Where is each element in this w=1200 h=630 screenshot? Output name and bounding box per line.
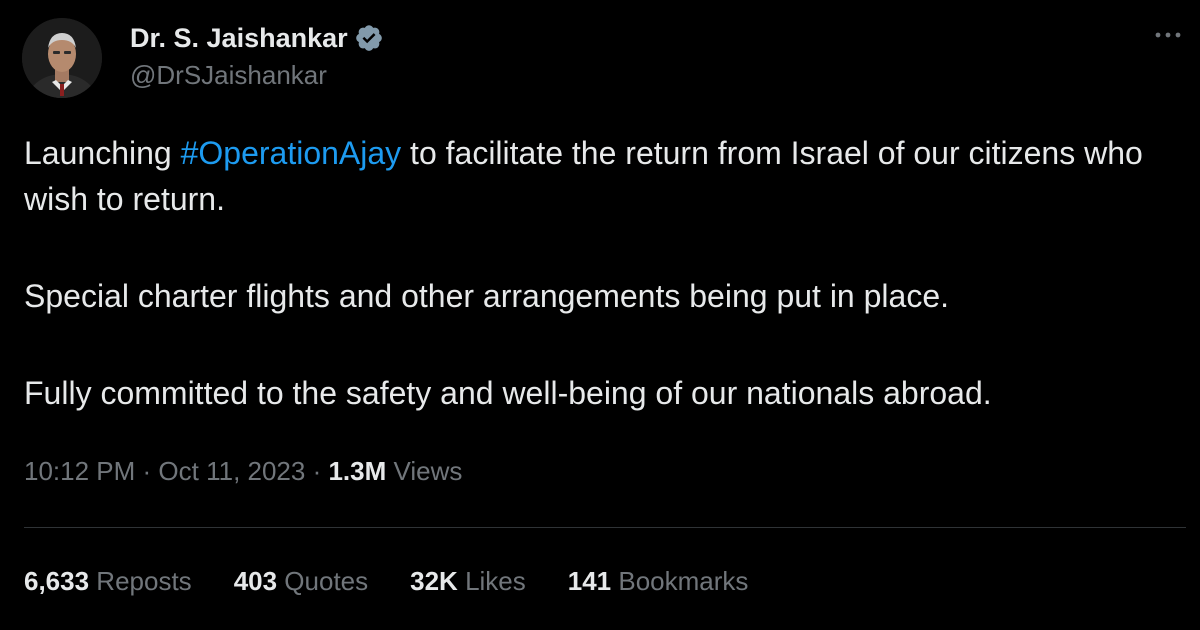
tweet-paragraph-1: Launching #OperationAjay to facilitate t… xyxy=(24,130,1174,222)
divider xyxy=(24,527,1186,528)
tweet-text-segment: Launching xyxy=(24,135,181,171)
tweet-time[interactable]: 10:12 PM xyxy=(24,456,135,486)
tweet-paragraph-3: Fully committed to the safety and well-b… xyxy=(24,375,992,411)
avatar-image xyxy=(22,18,102,98)
author-name-row: Dr. S. Jaishankar xyxy=(130,20,384,56)
meta-separator: · xyxy=(305,456,329,486)
tweet-meta: 10:12 PM · Oct 11, 2023 · 1.3M Views xyxy=(24,456,462,487)
reposts-label: Reposts xyxy=(89,566,192,596)
likes-stat[interactable]: 32K Likes xyxy=(410,566,526,597)
views-count: 1.3M xyxy=(328,456,387,486)
meta-separator: · xyxy=(135,456,159,486)
tweet-text: Launching #OperationAjay to facilitate t… xyxy=(24,130,1174,416)
author-handle[interactable]: @DrSJaishankar xyxy=(130,60,327,91)
bookmarks-stat[interactable]: 141 Bookmarks xyxy=(568,566,749,597)
quotes-stat[interactable]: 403 Quotes xyxy=(234,566,368,597)
author-display-name[interactable]: Dr. S. Jaishankar xyxy=(130,23,348,54)
likes-label: Likes xyxy=(457,566,526,596)
reposts-stat[interactable]: 6,633 Reposts xyxy=(24,566,192,597)
avatar[interactable] xyxy=(22,18,102,98)
likes-count: 32K xyxy=(410,566,458,596)
bookmarks-count: 141 xyxy=(567,566,612,596)
quotes-label: Quotes xyxy=(277,566,369,596)
tweet-date[interactable]: Oct 11, 2023 xyxy=(158,456,305,486)
tweet-card: Dr. S. Jaishankar @DrSJaishankar Launchi… xyxy=(0,0,1200,630)
more-options-icon[interactable] xyxy=(1150,20,1186,50)
views-label: Views xyxy=(386,456,463,486)
reposts-count: 6,633 xyxy=(24,566,90,596)
engagement-stats: 6,633 Reposts 403 Quotes 32K Likes 141 B… xyxy=(24,566,790,597)
hashtag-link[interactable]: #OperationAjay xyxy=(181,135,402,171)
verified-badge-icon xyxy=(354,23,384,53)
quotes-count: 403 xyxy=(233,566,278,596)
tweet-paragraph-2: Special charter flights and other arrang… xyxy=(24,278,949,314)
bookmarks-label: Bookmarks xyxy=(611,566,749,596)
